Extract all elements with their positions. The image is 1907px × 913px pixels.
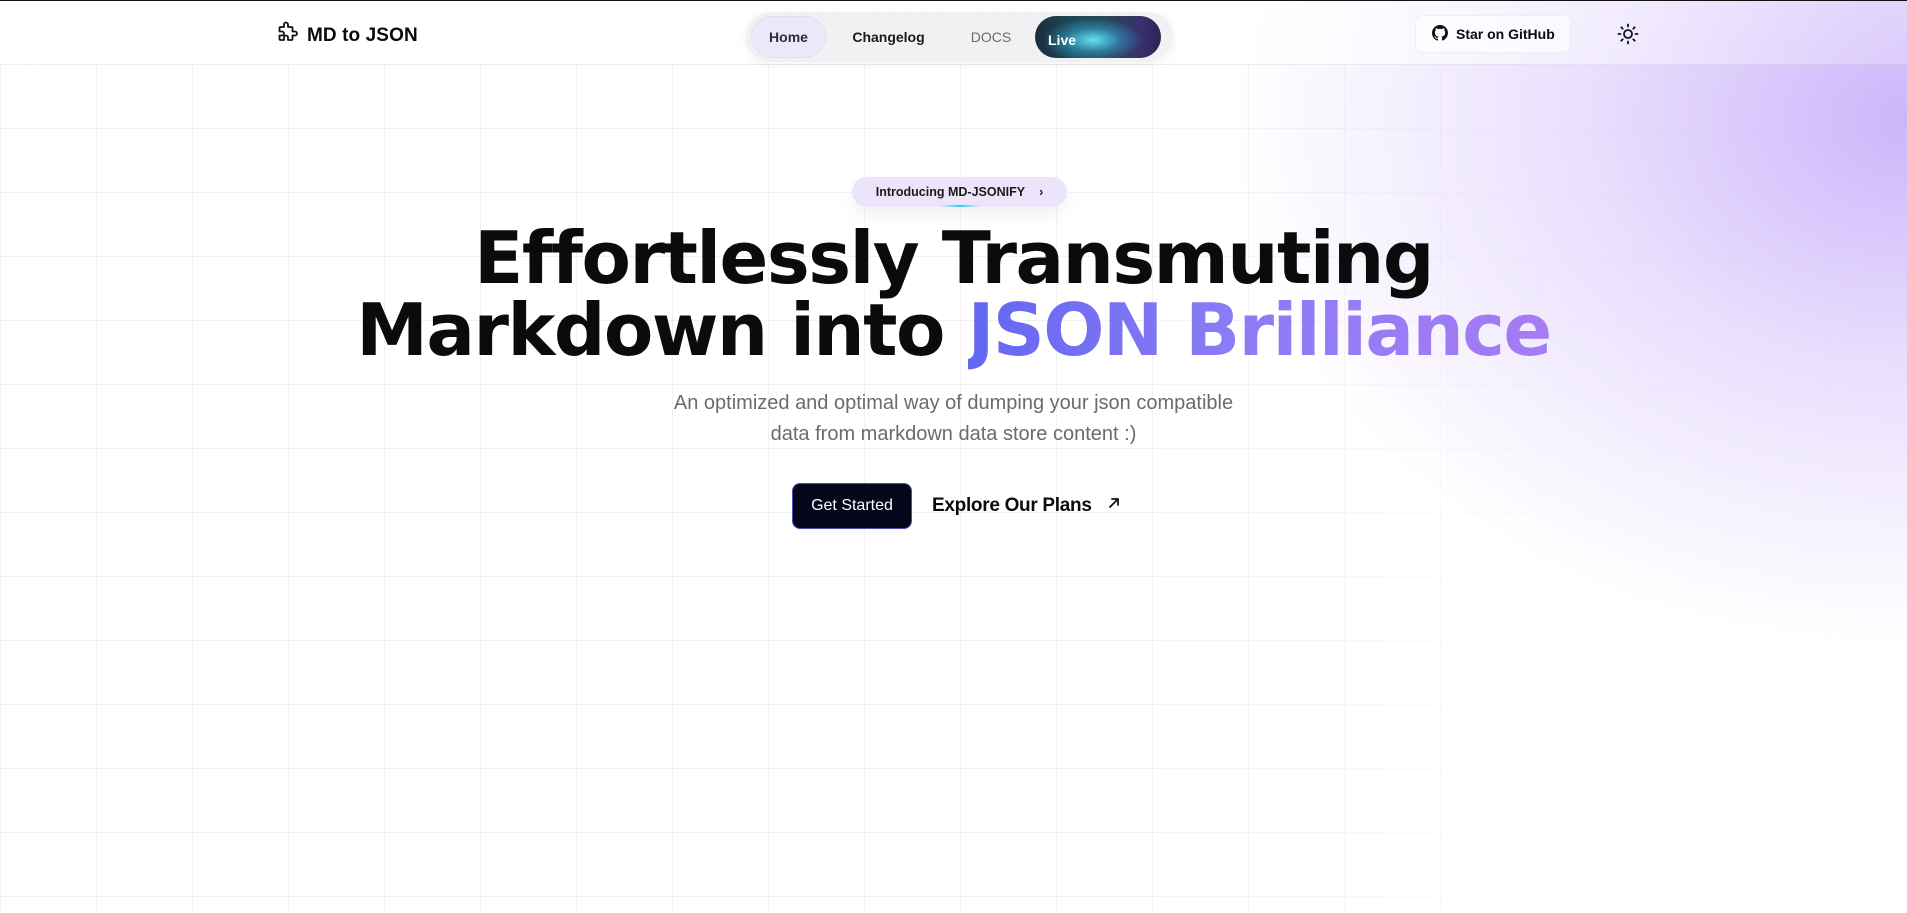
- puzzle-icon: [275, 21, 299, 50]
- github-label: Star on GitHub: [1456, 26, 1555, 42]
- hero-cta-group: Get Started Explore Our Plans: [792, 483, 1122, 529]
- nav-changelog[interactable]: Changelog: [826, 16, 951, 58]
- explore-plans-label: Explore Our Plans: [932, 495, 1092, 516]
- top-border: [0, 0, 1907, 1]
- logo[interactable]: MD to JSON: [275, 21, 418, 50]
- explore-plans-link[interactable]: Explore Our Plans: [932, 495, 1122, 517]
- headline-line-2-plain: Markdown into: [356, 288, 945, 372]
- headline-line-2-accent: JSON Brilliance: [967, 288, 1553, 372]
- get-started-button[interactable]: Get Started: [792, 483, 912, 529]
- nav-docs[interactable]: DOCS: [951, 16, 1031, 58]
- main-nav: Home Changelog DOCS Live: [746, 12, 1173, 62]
- nav-home[interactable]: Home: [751, 16, 826, 58]
- nav-live[interactable]: Live: [1035, 16, 1161, 58]
- theme-toggle-button[interactable]: [1616, 22, 1640, 46]
- github-star-button[interactable]: Star on GitHub: [1415, 15, 1571, 53]
- chevron-right-icon: ›: [1039, 185, 1044, 199]
- arrow-up-right-icon: [1106, 495, 1122, 517]
- hero-headline: Effortlessly Transmuting Markdown into J…: [0, 222, 1907, 366]
- site-header: MD to JSON Home Changelog DOCS Live Star…: [0, 1, 1907, 65]
- announcement-badge[interactable]: Introducing MD-JSONIFY ›: [852, 177, 1067, 207]
- logo-text: MD to JSON: [307, 24, 418, 46]
- hero-section: Effortlessly Transmuting Markdown into J…: [0, 222, 1907, 450]
- hero-subtitle: An optimized and optimal way of dumping …: [673, 392, 1234, 445]
- sun-icon: [1616, 23, 1640, 50]
- github-icon: [1432, 24, 1448, 44]
- badge-label: Introducing MD-JSONIFY: [875, 185, 1026, 199]
